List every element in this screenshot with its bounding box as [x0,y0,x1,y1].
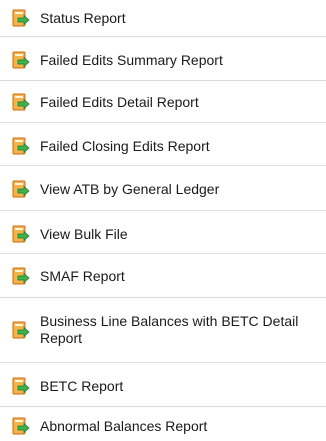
divider [0,253,326,254]
divider [0,36,326,37]
menu-item-abnormal-balances-report[interactable]: Abnormal Balances Report [0,411,326,441]
divider [0,406,326,407]
report-export-icon [12,93,30,111]
menu-item-label: View Bulk File [40,225,128,242]
menu-item-business-line-balances-betc-detail-report[interactable]: Business Line Balances with BETC Detail … [0,302,326,358]
report-export-icon [12,9,30,27]
report-export-icon [12,225,30,243]
menu-item-smaf-report[interactable]: SMAF Report [0,258,326,294]
menu-item-label: Business Line Balances with BETC Detail … [40,313,299,346]
divider [0,297,326,298]
divider [0,80,326,81]
menu-item-label: Failed Edits Summary Report [40,51,223,68]
menu-item-label: Failed Closing Edits Report [40,137,210,154]
menu-item-label: Abnormal Balances Report [40,417,208,434]
report-export-icon [12,51,30,69]
report-export-icon [12,417,30,435]
menu-item-failed-closing-edits-report[interactable]: Failed Closing Edits Report [0,128,326,164]
menu-item-label: Status Report [40,9,126,26]
menu-item-label: BETC Report [40,377,124,394]
report-export-icon [12,137,30,155]
menu-item-failed-edits-detail-report[interactable]: Failed Edits Detail Report [0,84,326,120]
report-export-icon [12,377,30,395]
divider [0,362,326,363]
divider [0,122,326,123]
report-export-icon [12,180,30,198]
report-export-icon [12,321,30,339]
menu-item-status-report[interactable]: Status Report [0,0,326,36]
menu-item-label: SMAF Report [40,267,125,284]
report-export-icon [12,267,30,285]
menu-item-label: Failed Edits Detail Report [40,93,199,110]
menu-item-betc-report[interactable]: BETC Report [0,368,326,404]
menu-item-label: View ATB by General Ledger [40,180,220,197]
menu-item-view-bulk-file[interactable]: View Bulk File [0,216,326,252]
report-menu: Status Report Failed Edits Summary Repor… [0,0,326,440]
divider [0,165,326,166]
menu-item-failed-edits-summary-report[interactable]: Failed Edits Summary Report [0,42,326,78]
menu-item-view-atb-by-general-ledger[interactable]: View ATB by General Ledger [0,171,326,207]
divider [0,210,326,211]
